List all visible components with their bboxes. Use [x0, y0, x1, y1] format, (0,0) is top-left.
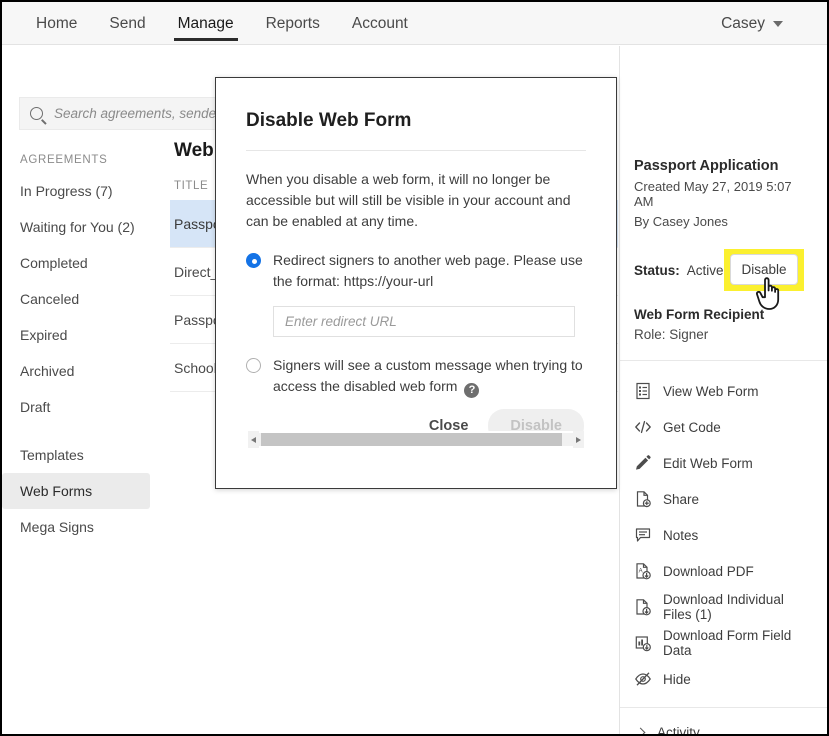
- nav-tab-account[interactable]: Account: [336, 2, 424, 45]
- top-navigation-bar: Home Send Manage Reports Account Casey: [2, 2, 827, 45]
- sidebar-item-waiting-for-you[interactable]: Waiting for You (2): [2, 209, 150, 245]
- radio-option-redirect[interactable]: Redirect signers to another web page. Pl…: [246, 250, 586, 292]
- nav-tab-manage[interactable]: Manage: [162, 2, 250, 45]
- action-label: Notes: [663, 527, 699, 543]
- action-get-code[interactable]: Get Code: [634, 409, 813, 445]
- sidebar-item-completed[interactable]: Completed: [2, 245, 150, 281]
- user-name-label: Casey: [721, 14, 765, 32]
- action-label: Download PDF: [663, 563, 754, 579]
- status-row: Status: Active Disable: [634, 249, 813, 310]
- action-view-web-form[interactable]: View Web Form: [634, 373, 813, 409]
- detail-created-by: By Casey Jones: [634, 214, 728, 229]
- code-brackets-icon: [634, 418, 652, 436]
- action-list: View Web Form Get Code Edit Web Form Sha…: [634, 373, 813, 697]
- sidebar-item-in-progress[interactable]: In Progress (7): [2, 173, 150, 209]
- sidebar: AGREEMENTS In Progress (7) Waiting for Y…: [2, 147, 167, 545]
- action-edit-web-form[interactable]: Edit Web Form: [634, 445, 813, 481]
- activity-label: Activity: [657, 724, 700, 736]
- nav-tab-home[interactable]: Home: [20, 2, 93, 45]
- arrow-right-icon[interactable]: [573, 431, 584, 448]
- pencil-icon: [634, 454, 652, 472]
- status-label: Status:: [634, 262, 680, 278]
- status-badge: Active: [686, 262, 724, 278]
- detail-created-date: Created May 27, 2019 5:07 AM: [634, 179, 792, 209]
- action-label: View Web Form: [663, 383, 759, 399]
- eye-slash-icon: [634, 670, 652, 688]
- document-list-icon: [634, 382, 652, 400]
- sidebar-divider-gap: [2, 425, 167, 437]
- help-circle-icon[interactable]: ?: [464, 383, 480, 398]
- download-pdf-icon: A: [634, 562, 652, 580]
- download-file-icon: [634, 598, 652, 616]
- action-share[interactable]: Share: [634, 481, 813, 517]
- sidebar-item-canceled[interactable]: Canceled: [2, 281, 150, 317]
- action-label: Download Individual Files (1): [663, 592, 784, 622]
- sidebar-item-archived[interactable]: Archived: [2, 353, 150, 389]
- panel-divider-2: [620, 707, 827, 708]
- nav-tabs: Home Send Manage Reports Account: [20, 2, 424, 45]
- radio-label-redirect: Redirect signers to another web page. Pl…: [273, 252, 583, 289]
- sidebar-item-web-forms[interactable]: Web Forms: [2, 473, 150, 509]
- scrollbar-track[interactable]: [259, 433, 573, 446]
- action-label: Share: [663, 491, 700, 507]
- app-window: Home Send Manage Reports Account Casey S…: [0, 0, 829, 736]
- search-icon: [30, 107, 43, 120]
- detail-panel: Passport Application Created May 27, 201…: [619, 46, 827, 734]
- radio-label-custom-message: Signers will see a custom message when t…: [273, 355, 586, 398]
- redirect-url-input[interactable]: [273, 306, 575, 337]
- dialog-title-divider: [246, 150, 586, 151]
- dialog-description: When you disable a web form, it will no …: [246, 171, 571, 229]
- user-account-menu[interactable]: Casey: [721, 2, 783, 45]
- disable-button[interactable]: Disable: [730, 254, 798, 285]
- action-label: Edit Web Form: [663, 455, 753, 471]
- download-data-icon: [634, 634, 652, 652]
- scrollbar-thumb[interactable]: [261, 433, 563, 446]
- radio-label-custom-message-text: Signers will see a custom message when t…: [273, 357, 583, 394]
- chevron-right-icon: [635, 727, 646, 734]
- action-download-pdf[interactable]: A Download PDF: [634, 553, 813, 589]
- radio-button-custom-message[interactable]: [246, 358, 261, 373]
- sidebar-item-expired[interactable]: Expired: [2, 317, 150, 353]
- sidebar-item-templates[interactable]: Templates: [2, 437, 150, 473]
- detail-title: Passport Application: [634, 158, 779, 174]
- speech-bubble-icon: [634, 526, 652, 544]
- arrow-left-icon[interactable]: [248, 431, 259, 448]
- radio-option-custom-message[interactable]: Signers will see a custom message when t…: [246, 355, 586, 398]
- recipient-role: Role: Signer: [634, 327, 709, 342]
- action-label: Download Form Field Data: [663, 628, 792, 658]
- action-download-individual-files[interactable]: Download Individual Files (1): [634, 589, 813, 625]
- sidebar-section-header: AGREEMENTS: [20, 154, 108, 166]
- share-document-icon: [634, 490, 652, 508]
- dialog-title: Disable Web Form: [246, 110, 412, 131]
- svg-text:A: A: [639, 569, 643, 575]
- nav-tab-send[interactable]: Send: [93, 2, 161, 45]
- panel-divider: [620, 360, 827, 361]
- action-notes[interactable]: Notes: [634, 517, 813, 553]
- nav-tab-reports[interactable]: Reports: [250, 2, 336, 45]
- action-label: Hide: [663, 671, 691, 687]
- recipient-heading: Web Form Recipient: [634, 307, 765, 322]
- action-download-form-field-data[interactable]: Download Form Field Data: [634, 625, 813, 661]
- action-hide[interactable]: Hide: [634, 661, 813, 697]
- sidebar-item-draft[interactable]: Draft: [2, 389, 150, 425]
- action-label: Get Code: [663, 419, 721, 435]
- disable-web-form-dialog: Disable Web Form When you disable a web …: [215, 77, 617, 489]
- dialog-body: When you disable a web form, it will no …: [246, 169, 586, 398]
- sidebar-item-mega-signs[interactable]: Mega Signs: [2, 509, 150, 545]
- radio-button-redirect[interactable]: [246, 253, 261, 268]
- chevron-down-icon: [773, 20, 783, 27]
- dialog-horizontal-scrollbar[interactable]: [216, 431, 616, 448]
- activity-section-toggle[interactable]: Activity: [634, 712, 813, 736]
